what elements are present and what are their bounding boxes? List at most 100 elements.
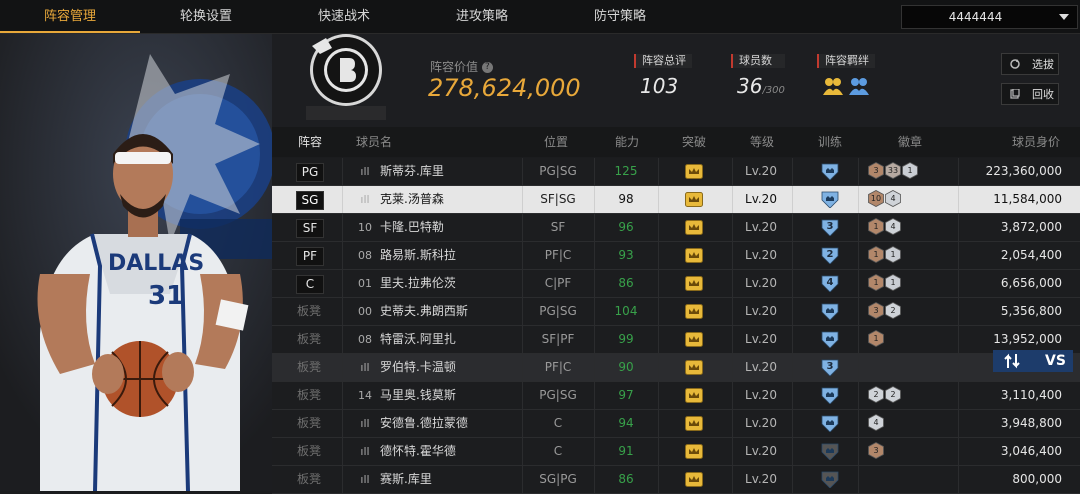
training-shield-icon[interactable] [820,387,840,405]
table-row[interactable]: C 01 里夫.拉弗伦茨 C|PF 86 Lv.20 4 1 1 6,656,000 [272,270,1080,298]
lineup-slot[interactable]: PG [296,163,324,182]
tab-defense-strategy[interactable]: 防守策略 [550,0,690,33]
table-row[interactable]: PF 08 路易斯.斯科拉 PF|C 93 Lv.20 2 1 1 2,054,400 [272,242,1080,270]
recycle-button[interactable]: 回收 [1001,83,1059,105]
badge-hexagon[interactable]: 1 [885,274,901,291]
training-shield-icon[interactable]: 3 [820,219,840,237]
table-row[interactable]: SF 10 卡隆.巴特勒 SF 96 Lv.20 3 1 4 3,872,000 [272,214,1080,242]
breakthrough-crown-icon[interactable] [685,360,703,375]
player-name[interactable]: 安德鲁.德拉蒙德 [380,410,468,437]
col-ability[interactable]: 能力 [615,127,639,157]
breakthrough-crown-icon[interactable] [685,332,703,347]
badge-hexagon[interactable]: 4 [885,190,901,207]
breakthrough-crown-icon[interactable] [685,220,703,235]
lineup-slot[interactable]: 板凳 [296,471,322,488]
training-shield-icon[interactable]: 4 [820,275,840,293]
player-name[interactable]: 赛斯.库里 [380,466,432,493]
breakthrough-crown-icon[interactable] [685,164,703,179]
col-badges[interactable]: 徽章 [898,127,922,157]
table-row[interactable]: 板凳ıll罗伯特.卡温顿PF|C90Lv.2033 [272,354,1080,382]
table-row[interactable]: 板凳 14 马里奥.钱莫斯 PG|SG 97 Lv.20 2 2 3,110,400 [272,382,1080,410]
badge-hexagon[interactable]: 1 [868,274,884,291]
lineup-slot[interactable]: 板凳 [296,387,322,404]
table-row[interactable]: 板凳 00 史蒂夫.弗朗西斯 PG|SG 104 Lv.20 3 2 5,356,800 [272,298,1080,326]
table-row[interactable]: PG ıll 斯蒂芬.库里 PG|SG 125 Lv.20 3 33 1 223,360,000 [272,158,1080,186]
badge-hexagon[interactable]: 2 [868,386,884,403]
lineup-slot[interactable]: 板凳 [296,415,322,432]
tab-quick-tactics[interactable]: 快速战术 [274,0,414,33]
lineup-slot[interactable]: C [296,275,324,294]
badge-hexagon[interactable]: 2 [885,386,901,403]
badge-hexagon[interactable]: 10 [868,190,884,207]
player-name[interactable]: 里夫.拉弗伦茨 [380,270,456,297]
lineup-slot[interactable]: 板凳 [296,443,322,460]
lineup-bonds-icons[interactable] [817,74,875,100]
badge-hexagon[interactable]: 3 [868,162,884,179]
breakthrough-crown-icon[interactable] [685,416,703,431]
player-name[interactable]: 路易斯.斯科拉 [380,242,456,269]
lineup-slot[interactable]: 板凳 [296,359,322,376]
badge-hexagon[interactable]: 1 [868,330,884,347]
tab-offense-strategy[interactable]: 进攻策略 [412,0,552,33]
col-player-value[interactable]: 球员身价 [1012,127,1060,157]
badge-hexagon[interactable]: 33 [885,162,901,179]
pick-button[interactable]: 选拔 [1001,53,1059,75]
table-row[interactable]: 板凳 08 特雷沃.阿里扎 SF|PF 99 Lv.20 1 13,952,000 [272,326,1080,354]
col-level[interactable]: 等级 [750,127,774,157]
training-shield-icon[interactable] [820,191,840,209]
table-row[interactable]: 板凳 ıll 德怀特.霍华德 C 91 Lv.20 3 3,046,400 [272,438,1080,466]
breakthrough-crown-icon[interactable] [685,388,703,403]
table-row[interactable]: 板凳 ıll 安德鲁.德拉蒙德 C 94 Lv.20 4 3,948,800 [272,410,1080,438]
col-breakthrough[interactable]: 突破 [682,127,706,157]
badge-hexagon[interactable]: 1 [868,246,884,263]
training-shield-icon[interactable]: 2 [820,247,840,265]
lineup-slot[interactable]: SF [296,219,324,238]
training-shield-icon[interactable] [820,415,840,433]
badge-hexagon[interactable]: 2 [885,302,901,319]
tab-rotation-settings[interactable]: 轮换设置 [136,0,276,33]
player-name[interactable]: 斯蒂芬.库里 [380,158,444,185]
badge-hexagon[interactable]: 3 [868,302,884,319]
col-position[interactable]: 位置 [544,127,568,157]
breakthrough-crown-icon[interactable] [685,276,703,291]
help-icon[interactable]: ? [481,62,493,73]
badge-hexagon[interactable]: 1 [902,162,918,179]
breakthrough-crown-icon[interactable] [685,472,703,487]
table-row[interactable]: SG ıll 克莱.汤普森 SF|SG 98 Lv.20 10 4 11,584,000 [272,186,1080,214]
player-name[interactable]: 卡隆.巴特勒 [380,214,444,241]
training-shield-icon[interactable]: 3 [820,359,840,377]
badge-hexagon[interactable]: 1 [868,218,884,235]
badge-hexagon[interactable]: 4 [885,218,901,235]
badge-hexagon[interactable]: 4 [868,414,884,431]
breakthrough-crown-icon[interactable] [685,304,703,319]
lineup-slot[interactable]: PF [296,247,324,266]
player-name[interactable]: 克莱.汤普森 [380,186,444,213]
breakthrough-crown-icon[interactable] [685,444,703,459]
breakthrough-crown-icon[interactable] [685,192,703,207]
lineup-slot[interactable]: 板凳 [296,331,322,348]
breakthrough-crown-icon[interactable] [685,248,703,263]
badge-hexagon[interactable]: 1 [885,246,901,263]
col-player-name[interactable]: 球员名 [356,127,392,157]
table-row[interactable]: 板凳 ıll 赛斯.库里 SG|PG 86 Lv.20 800,000 [272,466,1080,494]
player-name[interactable]: 史蒂夫.弗朗西斯 [380,298,468,325]
training-shield-icon[interactable] [820,163,840,181]
tab-lineup-management[interactable]: 阵容管理 [0,0,140,33]
col-training[interactable]: 训练 [818,127,842,157]
swap-arrows-icon[interactable] [1003,353,1021,369]
player-name[interactable]: 特雷沃.阿里扎 [380,326,456,353]
training-shield-icon[interactable] [820,443,840,461]
player-name[interactable]: 罗伯特.卡温顿 [380,354,456,381]
badge-hexagon[interactable]: 3 [868,442,884,459]
col-lineup[interactable]: 阵容 [298,127,322,157]
player-name[interactable]: 马里奥.钱莫斯 [380,382,456,409]
team-select-dropdown[interactable]: 4444444 [901,5,1078,29]
training-shield-icon[interactable] [820,331,840,349]
training-shield-icon[interactable] [820,471,840,489]
training-shield-icon[interactable] [820,303,840,321]
player-name[interactable]: 德怀特.霍华德 [380,438,456,465]
lineup-slot[interactable]: SG [296,191,324,210]
lineup-slot[interactable]: 板凳 [296,303,322,320]
swap-vs-overlay[interactable]: VS [993,350,1073,372]
column-divider [522,438,523,465]
